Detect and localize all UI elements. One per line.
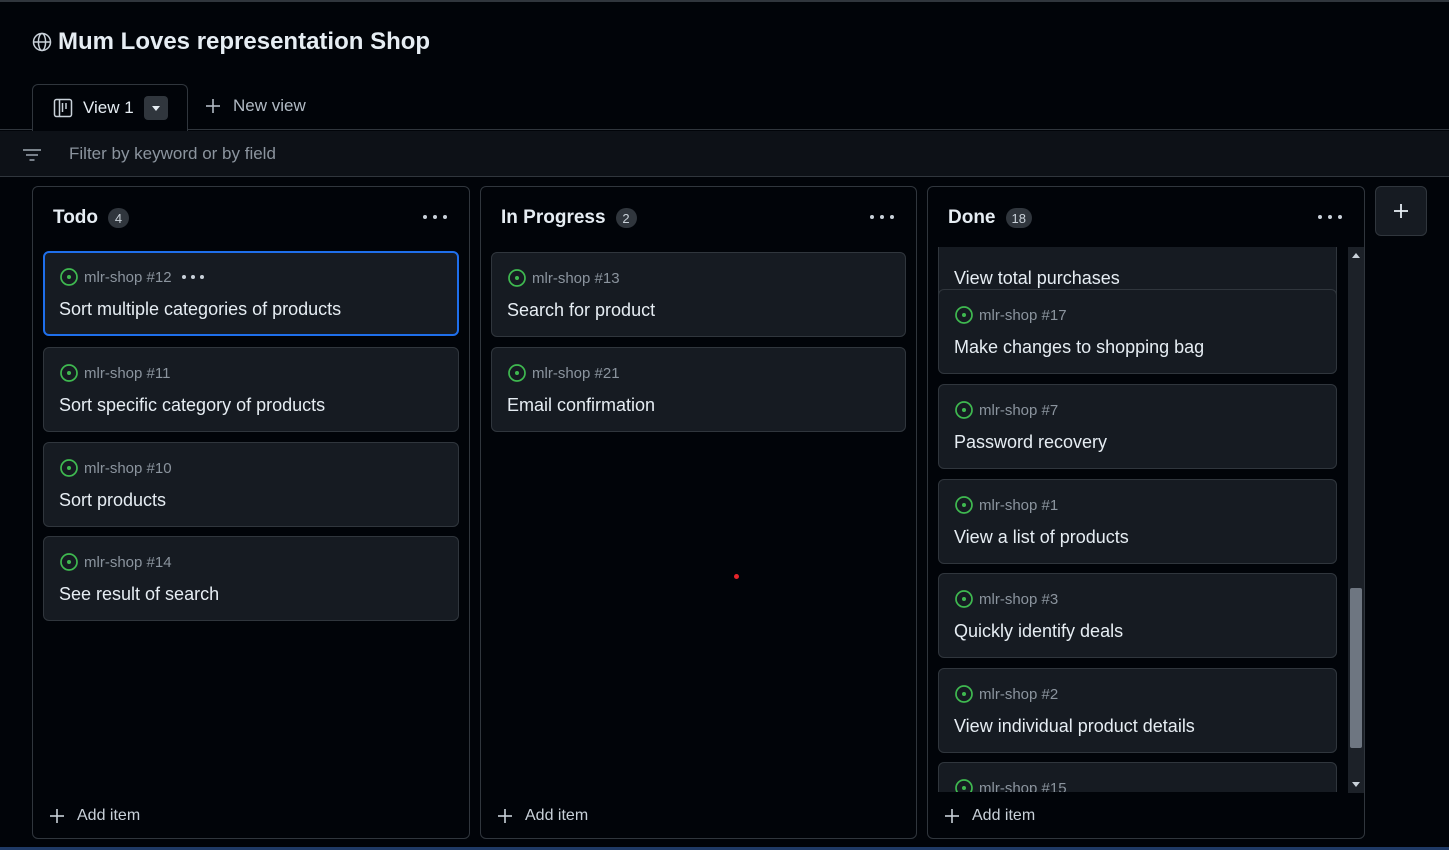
card[interactable]: mlr-shop #13 Search for product	[491, 252, 906, 337]
add-item-label: Add item	[525, 807, 589, 824]
column-menu-button[interactable]	[870, 209, 894, 225]
card-title[interactable]: Sort specific category of products	[59, 395, 325, 416]
column-header: Done 18	[948, 207, 1032, 229]
plus-icon	[945, 809, 959, 823]
column-title: In Progress	[501, 207, 606, 228]
open-issue-icon	[60, 459, 78, 477]
card-title[interactable]: Sort products	[59, 490, 166, 511]
card-title[interactable]: Email confirmation	[507, 395, 655, 416]
open-issue-icon	[955, 685, 973, 703]
card-title[interactable]: View a list of products	[954, 527, 1129, 548]
filter-bar	[0, 131, 1449, 177]
scroll-up-arrow-icon[interactable]	[1352, 253, 1360, 258]
filter-input[interactable]	[58, 139, 758, 169]
done-scrollbar[interactable]	[1348, 247, 1364, 793]
project-header: Mum Loves representation Shop	[32, 26, 430, 58]
card-title[interactable]: View total purchases	[954, 268, 1120, 289]
card-title[interactable]: Make changes to shopping bag	[954, 337, 1204, 358]
card-ref[interactable]: mlr-shop #3	[979, 591, 1058, 608]
card-ref[interactable]: mlr-shop #14	[84, 554, 172, 571]
add-item-label: Add item	[972, 807, 1036, 824]
card[interactable]: mlr-shop #17 Make changes to shopping ba…	[938, 289, 1337, 374]
open-issue-icon	[955, 306, 973, 324]
open-issue-icon	[60, 364, 78, 382]
card-ref[interactable]: mlr-shop #13	[532, 270, 620, 287]
column-title: Done	[948, 207, 996, 228]
new-view-label: New view	[233, 96, 306, 115]
scroll-down-arrow-icon[interactable]	[1352, 782, 1360, 787]
view-options-button[interactable]	[144, 96, 168, 120]
card-title[interactable]: See result of search	[59, 584, 219, 605]
card[interactable]: mlr-shop #15	[938, 762, 1337, 792]
triangle-down-icon	[152, 106, 160, 111]
card[interactable]: mlr-shop #10 Sort products	[43, 442, 459, 527]
column-menu-button[interactable]	[1318, 209, 1342, 225]
card[interactable]: mlr-shop #12 Sort multiple categories of…	[43, 251, 459, 336]
card-ref[interactable]: mlr-shop #10	[84, 460, 172, 477]
project-title: Mum Loves representation Shop	[58, 28, 431, 55]
plus-icon	[498, 809, 512, 823]
card-ref[interactable]: mlr-shop #17	[979, 307, 1067, 324]
card[interactable]: mlr-shop #2 View individual product deta…	[938, 668, 1337, 753]
card-title[interactable]: Password recovery	[954, 432, 1107, 453]
open-issue-icon	[955, 590, 973, 608]
column-count-badge: 4	[108, 208, 130, 228]
card-ref[interactable]: mlr-shop #12	[84, 269, 172, 286]
column-title: Todo	[53, 207, 99, 228]
tab-label: View 1	[83, 98, 134, 117]
card[interactable]: mlr-shop #7 Password recovery	[938, 384, 1337, 469]
column-done: Done 18 View total purchases mlr-shop #1…	[927, 186, 1365, 839]
add-item-button[interactable]: Add item	[944, 807, 1035, 825]
open-issue-icon	[508, 269, 526, 287]
open-issue-icon	[955, 779, 973, 792]
new-view-button[interactable]: New view	[205, 96, 306, 116]
filter-icon[interactable]	[22, 146, 42, 164]
card-title[interactable]: Quickly identify deals	[954, 621, 1123, 642]
open-issue-icon	[508, 364, 526, 382]
card-ref[interactable]: mlr-shop #2	[979, 686, 1058, 703]
plus-icon	[50, 809, 64, 823]
column-header: Todo 4	[53, 207, 130, 229]
board-icon	[53, 98, 73, 118]
plus-icon	[1394, 204, 1408, 218]
add-column-button[interactable]	[1375, 186, 1427, 236]
tab-view-1[interactable]: View 1	[32, 84, 188, 131]
plus-icon	[206, 99, 220, 113]
open-issue-icon	[60, 553, 78, 571]
cursor-dot	[734, 574, 739, 579]
add-item-label: Add item	[77, 807, 141, 824]
column-count-badge: 18	[1005, 208, 1032, 228]
column-menu-button[interactable]	[423, 209, 447, 225]
column-in-progress: In Progress 2 mlr-shop #13 Search for pr…	[480, 186, 917, 839]
scrollbar-thumb[interactable]	[1350, 588, 1362, 748]
column-header: In Progress 2	[501, 207, 637, 229]
view-tabs: View 1 New view	[0, 84, 1449, 131]
open-issue-icon	[955, 496, 973, 514]
done-card-list: View total purchases mlr-shop #17 Make c…	[928, 247, 1364, 792]
card[interactable]: mlr-shop #3 Quickly identify deals	[938, 573, 1337, 658]
card-ref[interactable]: mlr-shop #15	[979, 780, 1067, 793]
column-todo: Todo 4 mlr-shop #12 Sort multiple catego…	[32, 186, 470, 839]
globe-icon	[32, 32, 52, 52]
card-ref[interactable]: mlr-shop #11	[84, 365, 170, 382]
add-item-button[interactable]: Add item	[497, 807, 588, 825]
card[interactable]: mlr-shop #11 Sort specific category of p…	[43, 347, 459, 432]
card[interactable]: mlr-shop #14 See result of search	[43, 536, 459, 621]
add-item-button[interactable]: Add item	[49, 807, 140, 825]
open-issue-icon	[955, 401, 973, 419]
card-title[interactable]: Search for product	[507, 300, 655, 321]
card-title[interactable]: Sort multiple categories of products	[59, 299, 341, 320]
card-title[interactable]: View individual product details	[954, 716, 1195, 737]
card[interactable]: mlr-shop #1 View a list of products	[938, 479, 1337, 564]
card-menu-button[interactable]	[181, 273, 204, 281]
card-ref[interactable]: mlr-shop #7	[979, 402, 1058, 419]
top-border	[0, 0, 1449, 2]
open-issue-icon	[60, 268, 78, 286]
column-count-badge: 2	[615, 208, 637, 228]
card-ref[interactable]: mlr-shop #21	[532, 365, 620, 382]
card[interactable]: mlr-shop #21 Email confirmation	[491, 347, 906, 432]
card-ref[interactable]: mlr-shop #1	[979, 497, 1058, 514]
